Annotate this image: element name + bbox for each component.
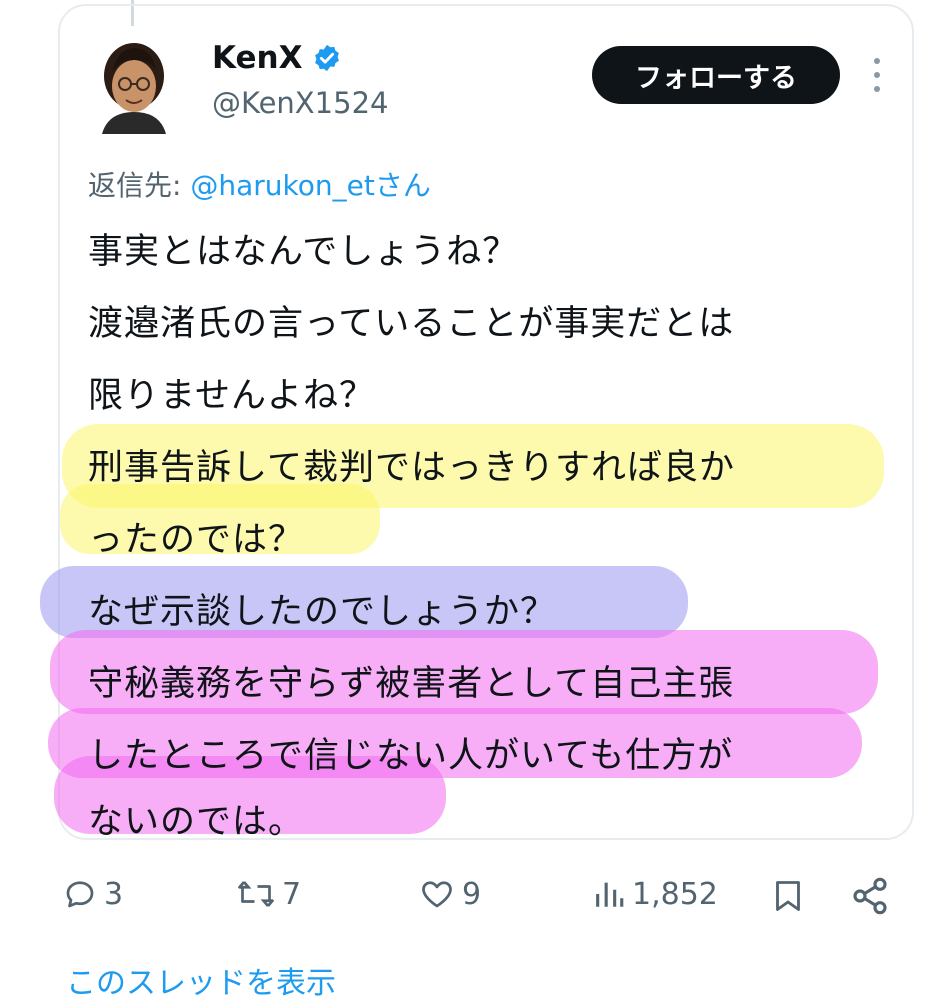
tweet-line: ったのでは？ (88, 520, 305, 560)
reply-mention-suffix: さん (374, 169, 431, 202)
repost-icon (238, 881, 274, 907)
user-handle[interactable]: @KenX1524 (212, 86, 388, 120)
repost-count: 7 (282, 876, 302, 912)
show-thread-link[interactable]: このスレッドを表示 (66, 958, 336, 1002)
display-name-row[interactable]: KenX (212, 40, 342, 76)
tweet-line: なぜ示談したのでしょうか？ (88, 592, 557, 632)
views-button[interactable]: 1,852 (592, 876, 718, 912)
tweet-line: 守秘義務を守らず被害者として自己主張 (88, 664, 735, 704)
view-count: 1,852 (632, 876, 718, 912)
like-button[interactable]: 9 (418, 876, 481, 912)
share-button[interactable] (850, 876, 890, 916)
display-name[interactable]: KenX (212, 40, 302, 76)
like-count: 9 (462, 876, 482, 912)
bookmark-button[interactable] (770, 876, 806, 916)
bookmark-icon (776, 881, 800, 911)
reply-button[interactable]: 3 (62, 876, 123, 912)
avatar[interactable] (98, 40, 170, 134)
reply-mention-link[interactable]: @harukon_et (190, 169, 374, 202)
tweet-line: 限りませんよね？ (88, 376, 375, 416)
tweet-line: 渡邉渚氏の言っていることが事実だとは (88, 304, 735, 344)
tweet-line: 刑事告訴して裁判ではっきりすれば良か (88, 448, 735, 488)
views-icon (596, 882, 624, 907)
share-icon (853, 877, 887, 915)
verified-badge-icon (315, 44, 340, 72)
follow-button[interactable]: フォローする (592, 46, 840, 104)
tweet-line: 事実とはなんでしょうね？ (88, 232, 519, 272)
reply-to-prefix: 返信先: (88, 169, 191, 202)
tweet-action-bar: 3 7 9 1,852 (0, 862, 940, 932)
reply-count: 3 (104, 876, 124, 912)
heart-icon (422, 881, 452, 908)
more-icon[interactable] (870, 58, 884, 92)
tweet-line: ないのでは。 (88, 802, 305, 842)
reply-icon (66, 881, 94, 908)
tweet-line: したところで信じない人がいても仕方が (88, 736, 734, 776)
repost-button[interactable]: 7 (236, 876, 301, 912)
reply-to-line: 返信先: @harukon_etさん (88, 164, 431, 204)
